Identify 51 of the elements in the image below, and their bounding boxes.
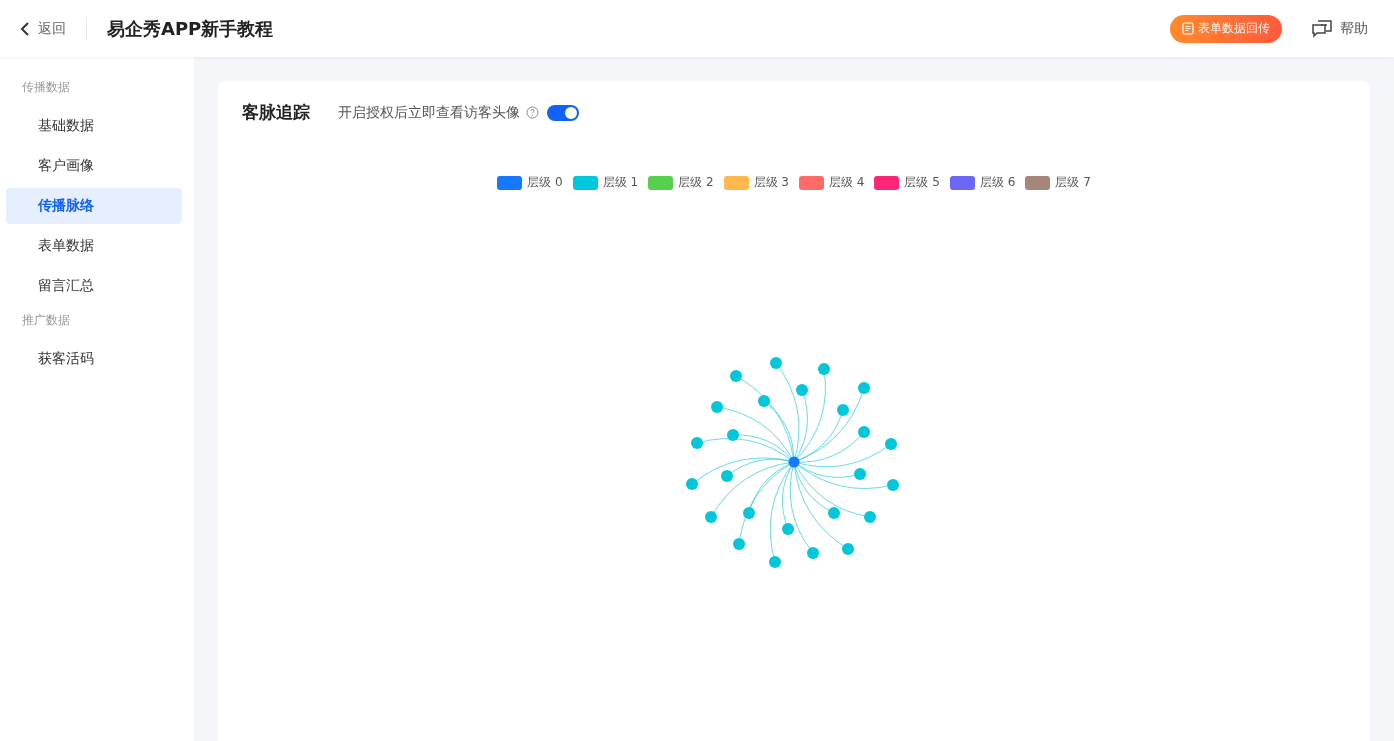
legend-label: 层级 4 bbox=[829, 174, 865, 191]
toggle-switch[interactable] bbox=[547, 104, 579, 121]
graph-node bbox=[807, 547, 819, 559]
graph-node bbox=[837, 404, 849, 416]
graph-node bbox=[854, 468, 866, 480]
sidebar-item[interactable]: 留言汇总 bbox=[6, 268, 182, 304]
graph-node bbox=[842, 543, 854, 555]
sidebar-item[interactable]: 传播脉络 bbox=[6, 188, 182, 224]
graph-node bbox=[727, 429, 739, 441]
graph-node bbox=[733, 538, 745, 550]
sidebar-group-title: 传播数据 bbox=[21, 79, 71, 96]
legend-label: 层级 2 bbox=[678, 174, 714, 191]
graph-node bbox=[730, 370, 742, 382]
legend-label: 层级 1 bbox=[602, 174, 639, 191]
legend-label: 层级 0 bbox=[527, 174, 563, 191]
back-button[interactable]: 返回 bbox=[20, 17, 87, 40]
graph-node bbox=[858, 426, 870, 438]
graph-node bbox=[705, 511, 717, 523]
graph-node bbox=[691, 437, 703, 449]
chat-icon bbox=[1312, 19, 1332, 38]
legend-label: 层级 5 bbox=[904, 174, 940, 191]
graph-node bbox=[885, 438, 897, 450]
toggle-label: 开启授权后立即查看访客头像 bbox=[338, 103, 520, 122]
graph-node bbox=[769, 556, 781, 568]
chevron-left-icon bbox=[20, 21, 30, 36]
graph-node bbox=[770, 357, 782, 369]
graph-node bbox=[782, 523, 794, 535]
sidebar-item[interactable]: 表单数据 bbox=[6, 228, 182, 264]
graph-node bbox=[711, 401, 723, 413]
legend-label: 层级 6 bbox=[979, 174, 1016, 191]
legend-label: 层级 7 bbox=[1055, 174, 1091, 191]
graph-node bbox=[864, 511, 876, 523]
graph-center-node bbox=[788, 456, 800, 468]
sidebar-item[interactable]: 获客活码 bbox=[6, 341, 182, 377]
help-button[interactable]: 帮助 bbox=[1306, 18, 1374, 39]
graph-node bbox=[887, 479, 899, 491]
page-title: 易企秀APP新手教程 bbox=[107, 16, 275, 41]
graph-node bbox=[818, 363, 830, 375]
legend-label: 层级 3 bbox=[753, 174, 789, 191]
graph-node bbox=[743, 507, 755, 519]
graph-node bbox=[828, 507, 840, 519]
graph-node bbox=[758, 395, 770, 407]
sidebar-group-title: 推广数据 bbox=[21, 312, 71, 329]
document-icon bbox=[1182, 22, 1194, 35]
graph-node bbox=[858, 382, 870, 394]
card-title: 客脉追踪 bbox=[242, 101, 310, 124]
graph-node bbox=[721, 470, 733, 482]
graph-node bbox=[796, 384, 808, 396]
sidebar-item[interactable]: 客户画像 bbox=[6, 148, 182, 184]
graph-node bbox=[686, 478, 698, 490]
sidebar-item[interactable]: 基础数据 bbox=[6, 108, 182, 144]
